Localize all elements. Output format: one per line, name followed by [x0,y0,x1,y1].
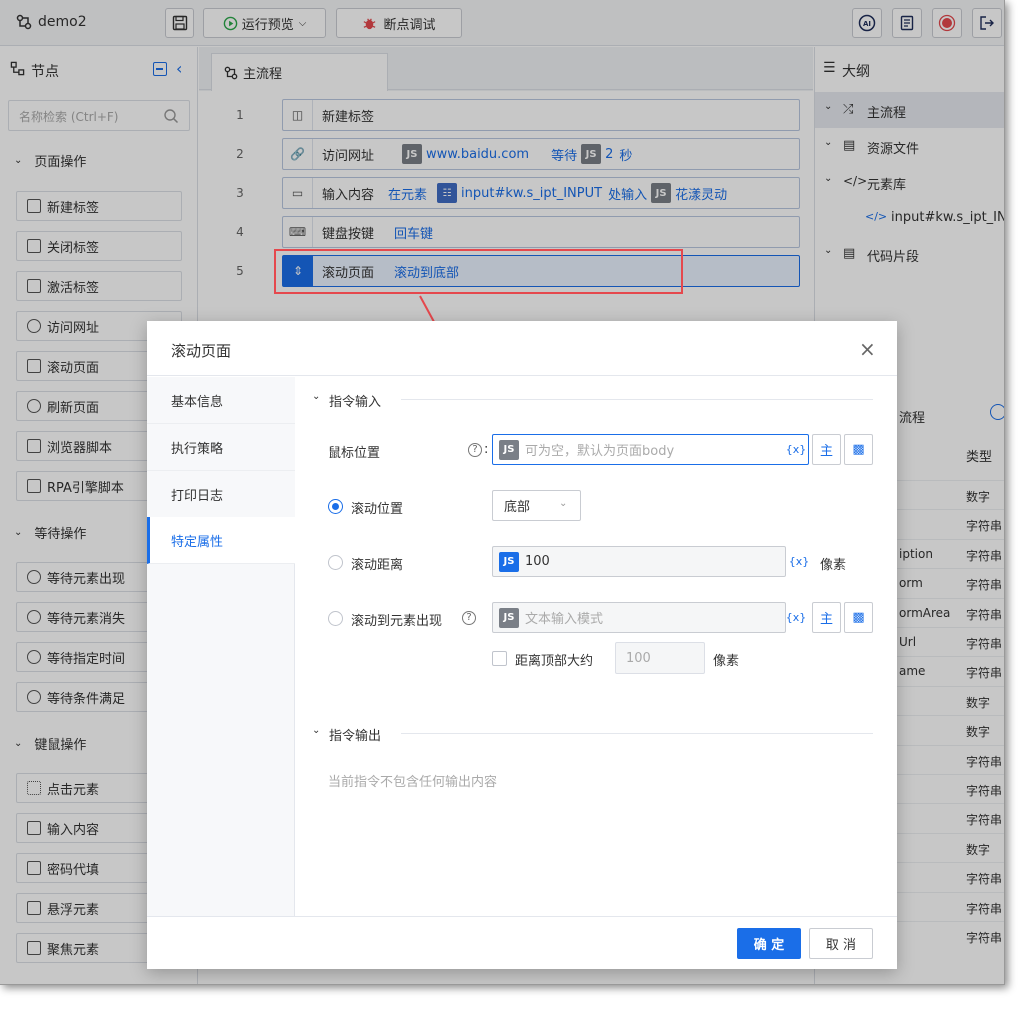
highlight-box [274,249,683,294]
help-icon[interactable]: ? [462,611,476,625]
variable-button[interactable]: {x} [786,546,812,577]
scroll-position-select[interactable]: 底部 ⌄ [492,490,581,521]
tab-exec-strategy[interactable]: 执行策略 [147,424,295,471]
pixel-unit-label: 像素 [713,654,740,669]
colon-label: : [484,442,489,457]
scroll-distance-input[interactable]: JS 100 [492,546,786,577]
scroll-page-dialog: 滚动页面 × 基本信息 执行策略 打印日志 特定属性 ⌄ 指令输入 鼠标位置 ?… [147,321,897,969]
top-distance-label: 距离顶部大约 [515,654,594,669]
chart-pick-button[interactable]: ▩ [844,602,873,633]
js-badge: JS [499,607,519,628]
tab-basic-info[interactable]: 基本信息 [147,377,295,424]
js-badge: JS [499,439,519,460]
pixel-unit-label: 像素 [820,558,847,573]
element-pick-button[interactable]: 主 [812,434,841,465]
scroll-position-value: 底部 [504,500,531,515]
element-pick-button[interactable]: 主 [812,602,841,633]
top-distance-value: 100 [626,650,651,666]
scroll-distance-radio[interactable] [328,555,343,570]
element-icon: 主 [819,444,833,459]
mouse-position-label: 鼠标位置 [328,446,381,461]
section-divider [401,733,873,734]
section-output-title: 指令输出 [329,729,382,744]
mouse-position-input[interactable]: JS 可为空，默认为页面body [492,434,809,465]
tab-print-log[interactable]: 打印日志 [147,471,295,518]
scroll-to-element-input[interactable]: JS 文本输入模式 [492,602,786,633]
scroll-to-element-placeholder: 文本输入模式 [525,612,604,627]
chevron-down-icon[interactable]: ⌄ [312,725,320,736]
section-input-title: 指令输入 [329,395,382,410]
dialog-header [147,321,897,376]
app-window: demo2 运行预览 ⌵ 断点调试 AI 节点 ‹ 名称检索 (Ctrl+F) … [0,0,1005,985]
scroll-distance-label: 滚动距离 [351,558,404,573]
section-divider [401,399,873,400]
scroll-to-element-label: 滚动到元素出现 [351,614,443,629]
scroll-to-element-radio[interactable] [328,611,343,626]
chart-pick-button[interactable]: ▩ [844,434,873,465]
top-distance-checkbox[interactable] [492,651,507,666]
dialog-title: 滚动页面 [171,342,232,360]
js-badge: JS [499,551,519,572]
variable-button[interactable]: {x} [783,434,809,465]
cancel-button[interactable]: 取 消 [809,928,873,959]
confirm-button[interactable]: 确 定 [737,928,801,959]
output-empty-text: 当前指令不包含任何输出内容 [328,775,498,790]
scroll-position-label: 滚动位置 [351,502,404,517]
close-icon[interactable]: × [859,337,876,361]
top-distance-input[interactable]: 100 [615,642,705,674]
variable-button[interactable]: {x} [783,602,809,633]
chart-icon: ▩ [852,610,865,625]
scroll-distance-value: 100 [525,554,550,569]
chevron-down-icon: ⌄ [559,498,568,509]
chevron-down-icon[interactable]: ⌄ [312,391,320,402]
chart-icon: ▩ [852,442,865,457]
scroll-position-radio[interactable] [328,499,343,514]
mouse-position-placeholder: 可为空，默认为页面body [525,444,675,459]
tab-specific-props[interactable]: 特定属性 [147,517,295,564]
help-icon[interactable]: ? [468,443,482,457]
element-icon: 主 [819,612,833,627]
